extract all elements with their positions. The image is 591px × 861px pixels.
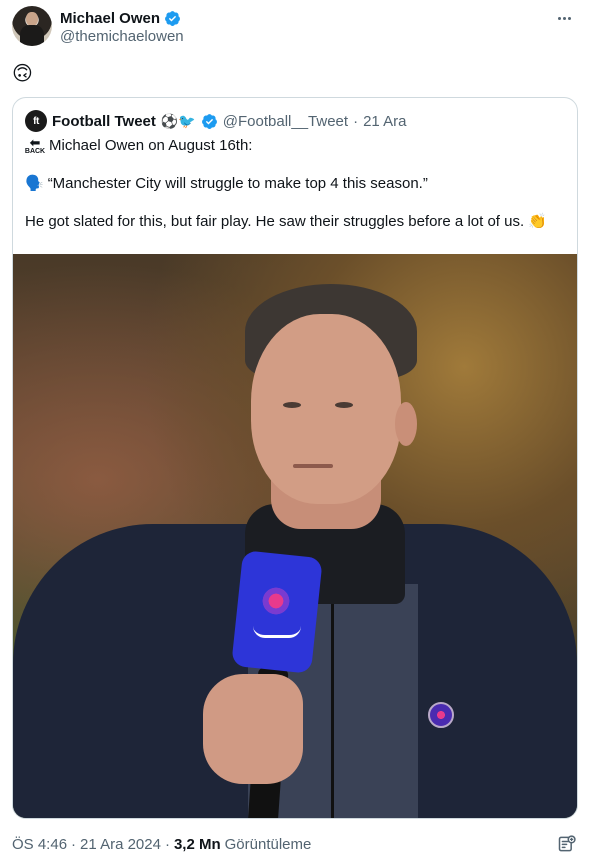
views-count: 3,2 Mn [173,835,221,853]
view-stats-icon[interactable] [557,834,577,854]
verified-badge-icon [201,113,217,129]
footer-separator: · [71,835,77,853]
premier-league-logo-icon [259,584,293,618]
author-name-line: Michael Owen [60,8,181,28]
photo-mouth [293,464,333,468]
quoted-line-1: ⬅ BACK Michael Owen on August 16th: [25,136,567,156]
amazon-smile-icon [253,626,301,638]
verified-badge-icon [165,10,180,26]
quoted-header: ft Football Tweet ⚽🐦 @Football__Tweet · … [25,110,406,132]
photo-eye-left [283,402,301,408]
views-label: Görüntüleme [224,835,312,853]
tweet-text: 🙃 [12,63,33,85]
quoted-body: ⬅ BACK Michael Owen on August 16th: 🗣️ “… [25,136,567,232]
author-handle[interactable]: @themichaelowen [60,28,184,45]
lapel-pin-icon [428,702,454,728]
author-display-name[interactable]: Michael Owen [60,10,160,27]
tweet-time[interactable]: ÖS 4:46 [12,836,67,853]
quoted-separator: · [353,112,359,130]
quoted-line-1-text: Michael Owen on August 16th: [49,137,253,154]
quoted-handle: @Football__Tweet [222,112,349,130]
speaking-head-icon: 🗣️ [25,175,44,192]
tweet-header: Michael Owen @themichaelowen [12,6,579,50]
quoted-display-name: Football Tweet [52,112,156,130]
quoted-name-emojis: ⚽🐦 [160,113,196,129]
back-label: BACK [24,147,46,155]
quoted-line-3: He got slated for this, but fair play. H… [25,212,567,232]
quoted-date: 21 Ara [363,112,407,130]
author-avatar[interactable] [12,6,52,46]
photo-ear [395,402,417,446]
back-arrow-icon: ⬅ BACK [24,134,46,155]
tweet-date[interactable]: 21 Ara 2024 [80,836,161,853]
footer-separator-2: · [164,835,170,853]
quoted-tweet[interactable]: ft Football Tweet ⚽🐦 @Football__Tweet · … [12,97,578,819]
tweet-footer: ÖS 4:46 · 21 Ara 2024 · 3,2 Mn Görüntüle… [12,834,311,854]
quoted-line-3-text: He got slated for this, but fair play. H… [25,213,547,230]
photo-zip [331,594,334,818]
more-horizontal-icon[interactable] [553,8,575,28]
quoted-photo[interactable] [13,254,577,818]
quoted-line-2-text: “Manchester City will struggle to make t… [47,175,428,192]
photo-face [251,314,401,504]
photo-eye-right [335,402,353,408]
photo-hand [203,674,303,784]
quoted-avatar: ft [25,110,47,132]
quoted-line-2: 🗣️ “Manchester City will struggle to mak… [25,174,567,194]
